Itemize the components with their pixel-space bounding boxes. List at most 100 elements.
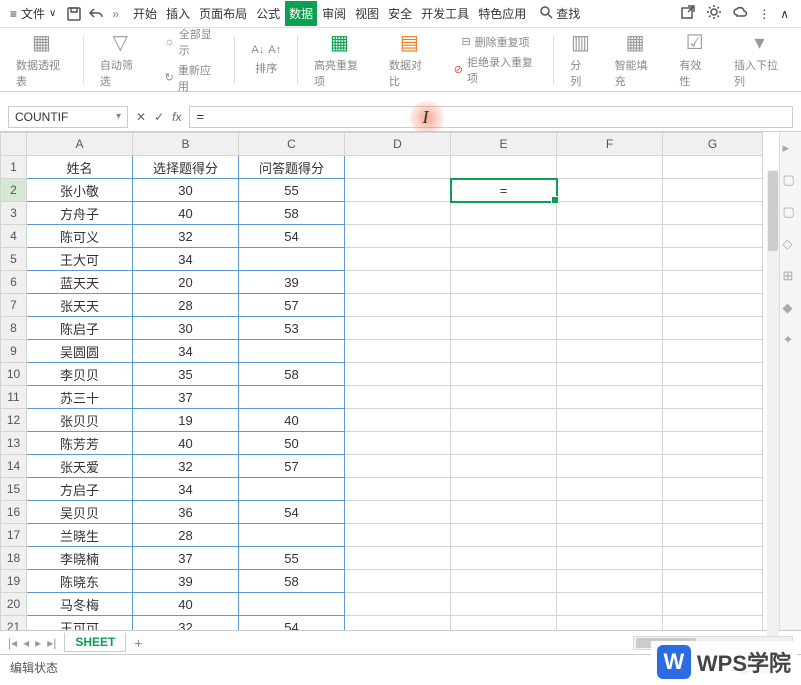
cell[interactable]	[451, 340, 557, 363]
col-header-G[interactable]: G	[663, 133, 763, 156]
col-header-B[interactable]: B	[133, 133, 239, 156]
cell[interactable]	[557, 593, 663, 616]
row-header[interactable]: 4	[1, 225, 27, 248]
tab-layout[interactable]: 页面布局	[195, 1, 251, 26]
vertical-scrollbar[interactable]	[767, 170, 779, 640]
cell[interactable]	[663, 547, 763, 570]
row-header[interactable]: 16	[1, 501, 27, 524]
row-header[interactable]: 3	[1, 202, 27, 225]
cell[interactable]: 32	[133, 455, 239, 478]
row-header[interactable]: 8	[1, 317, 27, 340]
cell[interactable]: 53	[239, 317, 345, 340]
cell[interactable]: 陈芳芳	[27, 432, 133, 455]
cell[interactable]	[345, 501, 451, 524]
cell[interactable]	[451, 363, 557, 386]
cell[interactable]	[557, 156, 663, 179]
cell[interactable]: 陈启子	[27, 317, 133, 340]
cell[interactable]	[557, 294, 663, 317]
tab-home[interactable]: 开始	[129, 1, 161, 26]
cancel-icon[interactable]: ✕	[136, 110, 146, 124]
cell[interactable]: 30	[133, 317, 239, 340]
cell[interactable]	[345, 593, 451, 616]
highlight-dup-button[interactable]: ▦ 高亮重复项	[306, 28, 373, 91]
cell[interactable]: 34	[133, 478, 239, 501]
row-header[interactable]: 14	[1, 455, 27, 478]
sheet-tab[interactable]: SHEET	[64, 633, 126, 652]
row-header[interactable]: 9	[1, 340, 27, 363]
cell[interactable]	[345, 363, 451, 386]
cell[interactable]: 36	[133, 501, 239, 524]
tab-security[interactable]: 安全	[384, 1, 416, 26]
cell[interactable]	[663, 271, 763, 294]
cell[interactable]: 吴贝贝	[27, 501, 133, 524]
cell[interactable]: 张天爱	[27, 455, 133, 478]
smartfill-button[interactable]: ▦ 智能填充	[607, 28, 664, 91]
cell[interactable]	[557, 432, 663, 455]
active-cell[interactable]: =	[451, 179, 557, 202]
cell[interactable]: 方启子	[27, 478, 133, 501]
cell[interactable]	[345, 294, 451, 317]
cell[interactable]: 王可可	[27, 616, 133, 631]
cell[interactable]	[663, 248, 763, 271]
select-all-corner[interactable]	[1, 133, 27, 156]
compare-button[interactable]: ▤ 数据对比	[381, 28, 438, 91]
cell[interactable]: 王大可	[27, 248, 133, 271]
undo-icon[interactable]	[86, 4, 106, 24]
cell[interactable]	[451, 501, 557, 524]
cell[interactable]: 55	[239, 547, 345, 570]
col-header-F[interactable]: F	[557, 133, 663, 156]
cell[interactable]	[345, 179, 451, 202]
cell[interactable]	[557, 363, 663, 386]
row-header[interactable]: 15	[1, 478, 27, 501]
cell[interactable]	[557, 524, 663, 547]
cell[interactable]: 28	[133, 524, 239, 547]
row-header[interactable]: 21	[1, 616, 27, 631]
cell[interactable]: 40	[239, 409, 345, 432]
cloud-icon[interactable]	[732, 4, 748, 23]
fx-icon[interactable]: fx	[172, 110, 181, 124]
scroll-thumb[interactable]	[768, 171, 778, 251]
cell[interactable]	[345, 156, 451, 179]
cell[interactable]	[345, 202, 451, 225]
sidebar-tool-6[interactable]: ◆	[783, 300, 799, 316]
spreadsheet[interactable]: A B C D E F G 1 姓名 选择题得分 问答题得分 2 张小敬 30 …	[0, 132, 763, 630]
sidebar-tool-7[interactable]: ✦	[783, 332, 799, 348]
validation-button[interactable]: ☑ 有效性	[671, 28, 718, 91]
cell[interactable]	[451, 248, 557, 271]
cell[interactable]	[345, 478, 451, 501]
cell[interactable]: 陈晓东	[27, 570, 133, 593]
cell[interactable]	[451, 570, 557, 593]
cell[interactable]	[663, 179, 763, 202]
save-icon[interactable]	[64, 4, 84, 24]
cell[interactable]	[345, 271, 451, 294]
cell[interactable]: 苏三十	[27, 386, 133, 409]
cell[interactable]	[663, 156, 763, 179]
cell[interactable]	[557, 225, 663, 248]
kebab-icon[interactable]: ⋮	[758, 7, 770, 21]
cell[interactable]: 李贝贝	[27, 363, 133, 386]
cell[interactable]	[451, 524, 557, 547]
cell[interactable]: 57	[239, 455, 345, 478]
tab-review[interactable]: 审阅	[318, 1, 350, 26]
add-sheet-button[interactable]: +	[134, 635, 142, 651]
cell[interactable]	[663, 455, 763, 478]
col-header-E[interactable]: E	[451, 133, 557, 156]
cell[interactable]: 张贝贝	[27, 409, 133, 432]
cell[interactable]: 57	[239, 294, 345, 317]
cell[interactable]	[557, 179, 663, 202]
cell[interactable]	[451, 593, 557, 616]
first-sheet-icon[interactable]: |◂	[8, 636, 17, 650]
cell[interactable]	[663, 501, 763, 524]
reapply-button[interactable]: ↻重新应用	[165, 62, 219, 94]
row-header[interactable]: 6	[1, 271, 27, 294]
cell[interactable]	[451, 547, 557, 570]
row-header[interactable]: 19	[1, 570, 27, 593]
cell[interactable]	[345, 432, 451, 455]
cell[interactable]	[451, 455, 557, 478]
cell[interactable]	[557, 271, 663, 294]
row-header[interactable]: 7	[1, 294, 27, 317]
tab-featured[interactable]: 特色应用	[474, 1, 530, 26]
cell[interactable]: 李晓楠	[27, 547, 133, 570]
cell[interactable]	[451, 432, 557, 455]
cell[interactable]	[451, 386, 557, 409]
